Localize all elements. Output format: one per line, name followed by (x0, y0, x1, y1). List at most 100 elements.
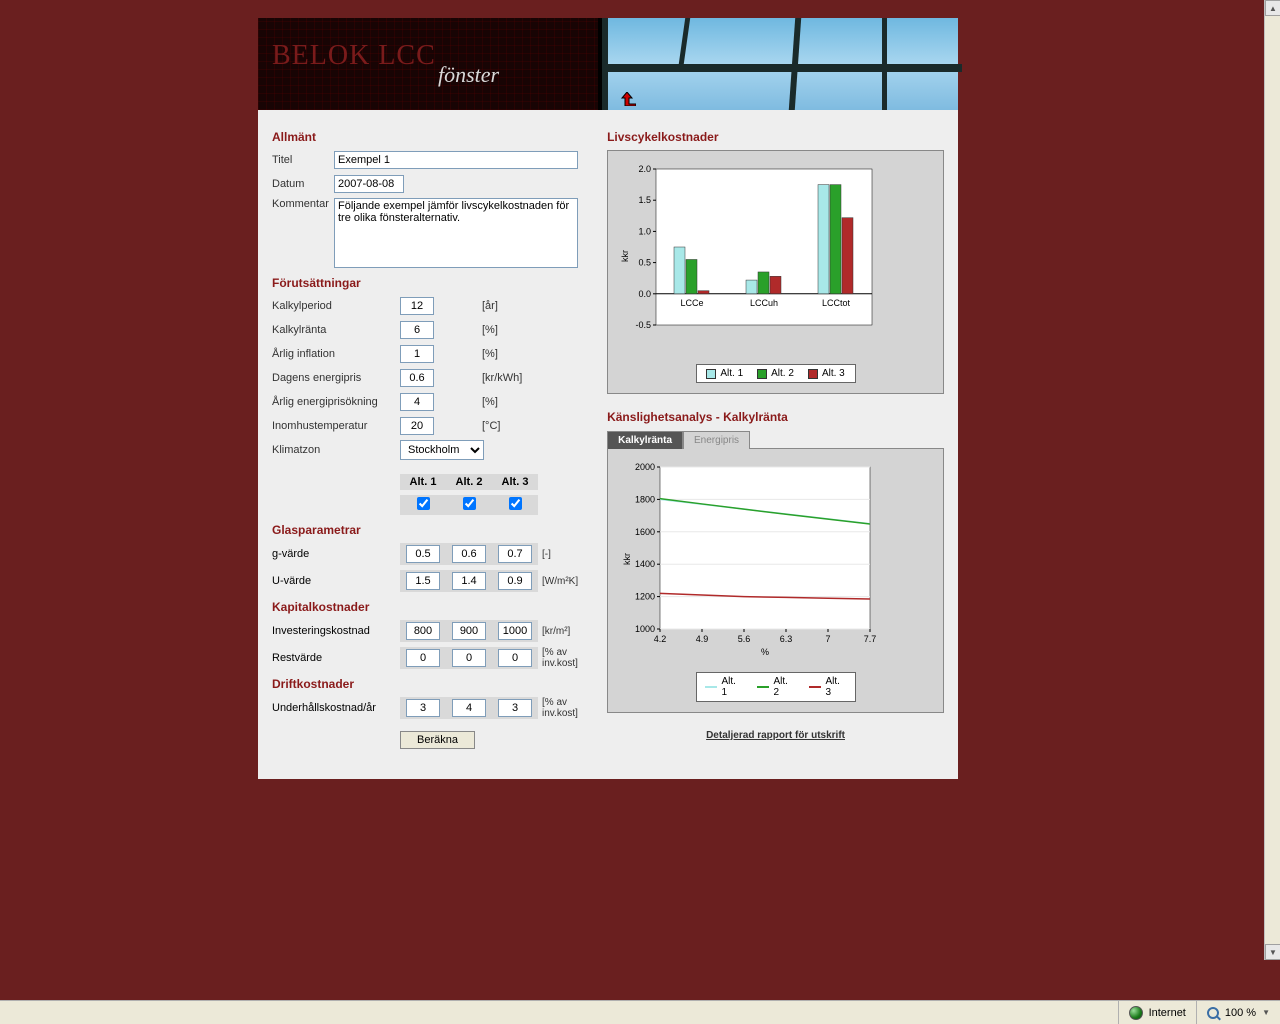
svg-text:1000: 1000 (635, 624, 655, 634)
col-header-alt1: Alt. 1 (400, 474, 446, 490)
input-energiprisokning[interactable] (400, 393, 434, 411)
globe-icon (1129, 1006, 1143, 1020)
vertical-scrollbar[interactable]: ▲ ▼ (1264, 0, 1280, 960)
svg-text:1800: 1800 (635, 494, 655, 504)
legend-alt2: Alt. 2 (771, 368, 794, 379)
input-g-alt2[interactable] (452, 545, 486, 563)
col-header-alt3: Alt. 3 (492, 474, 538, 490)
banner: BELOK LCC fönster (258, 18, 958, 110)
unit-kalkylranta: [%] (482, 324, 498, 336)
unit-maint: [% av inv.kost] (538, 697, 594, 719)
chart-lcc-box: -0.50.00.51.01.52.0kkrLCCeLCCuhLCCtot Al… (607, 150, 944, 394)
input-comment[interactable] (334, 198, 578, 268)
form-column: Allmänt Titel Datum Kommentar Förutsättn… (272, 122, 597, 749)
svg-text:kkr: kkr (620, 250, 630, 262)
select-klimatzon[interactable]: Stockholm (400, 440, 484, 460)
col-header-alt2: Alt. 2 (446, 474, 492, 490)
input-rest-alt2[interactable] (452, 649, 486, 667)
legend-alt3: Alt. 3 (822, 368, 845, 379)
unit-energipris: [kr/kWh] (482, 372, 522, 384)
unit-inflation: [%] (482, 348, 498, 360)
svg-text:6.3: 6.3 (780, 634, 793, 644)
input-u-alt1[interactable] (406, 572, 440, 590)
label-kalkylranta: Kalkylränta (272, 324, 400, 336)
input-maint-alt2[interactable] (452, 699, 486, 717)
label-date: Datum (272, 178, 334, 190)
section-capital: Kapitalkostnader (272, 600, 597, 614)
unit-rest: [% av inv.kost] (538, 647, 594, 669)
svg-text:kkr: kkr (622, 553, 632, 565)
label-inomhustemp: Inomhustemperatur (272, 420, 400, 432)
svg-text:7.7: 7.7 (864, 634, 877, 644)
label-comment: Kommentar (272, 198, 334, 210)
status-security-zone[interactable]: Internet (1118, 1001, 1196, 1024)
input-kalkylperiod[interactable] (400, 297, 434, 315)
report-link-container: Detaljerad rapport för utskrift (607, 729, 944, 741)
section-glass: Glasparametrar (272, 523, 597, 537)
checkbox-alt2[interactable] (463, 497, 476, 510)
label-energipris: Dagens energipris (272, 372, 400, 384)
svg-text:1600: 1600 (635, 527, 655, 537)
svg-text:7: 7 (826, 634, 831, 644)
heading-lcc: Livscykelkostnader (607, 130, 944, 144)
legend-alt1: Alt. 1 (720, 368, 743, 379)
calculate-button[interactable]: Beräkna (400, 731, 475, 749)
chart-sensitivity-box: 1000120014001600180020004.24.95.66.377.7… (607, 448, 944, 713)
input-rest-alt3[interactable] (498, 649, 532, 667)
input-inv-alt3[interactable] (498, 622, 532, 640)
chevron-down-icon: ▼ (1262, 1008, 1270, 1017)
section-assumptions: Förutsättningar (272, 276, 597, 290)
input-g-alt1[interactable] (406, 545, 440, 563)
legend2-alt3: Alt. 3 (825, 676, 846, 698)
label-inflation: Årlig inflation (272, 348, 400, 360)
input-inv-alt2[interactable] (452, 622, 486, 640)
input-rest-alt1[interactable] (406, 649, 440, 667)
svg-text:LCCe: LCCe (681, 298, 704, 308)
tab-kalkylranta[interactable]: Kalkylränta (607, 431, 683, 449)
chart-lcc: -0.50.00.51.01.52.0kkrLCCeLCCuhLCCtot (618, 161, 878, 351)
label-invest: Investeringskostnad (272, 625, 400, 637)
svg-text:1200: 1200 (635, 592, 655, 602)
label-kalkylperiod: Kalkylperiod (272, 300, 400, 312)
input-inflation[interactable] (400, 345, 434, 363)
svg-text:1.0: 1.0 (639, 226, 652, 236)
input-kalkylranta[interactable] (400, 321, 434, 339)
input-inv-alt1[interactable] (406, 622, 440, 640)
banner-subtitle: fönster (438, 62, 499, 88)
label-uvarde: U-värde (272, 575, 400, 587)
zoom-icon (1207, 1007, 1219, 1019)
unit-gvarde: [-] (538, 549, 594, 560)
unit-uvarde: [W/m²K] (538, 576, 594, 587)
input-title[interactable] (334, 151, 578, 169)
unit-kalkylperiod: [år] (482, 300, 498, 312)
input-u-alt2[interactable] (452, 572, 486, 590)
detailed-report-link[interactable]: Detaljerad rapport för utskrift (706, 730, 845, 741)
up-arrow-icon[interactable] (618, 92, 636, 106)
input-energipris[interactable] (400, 369, 434, 387)
status-zoom[interactable]: 100 % ▼ (1196, 1001, 1280, 1024)
svg-text:2.0: 2.0 (639, 164, 652, 174)
status-zone-text: Internet (1149, 1007, 1186, 1019)
scroll-up-button[interactable]: ▲ (1265, 0, 1280, 16)
unit-energiprisokning: [%] (482, 396, 498, 408)
input-u-alt3[interactable] (498, 572, 532, 590)
input-date[interactable] (334, 175, 404, 193)
checkbox-alt1[interactable] (417, 497, 430, 510)
input-maint-alt3[interactable] (498, 699, 532, 717)
label-title: Titel (272, 154, 334, 166)
scroll-down-button[interactable]: ▼ (1265, 944, 1280, 960)
heading-sensitivity: Känslighetsanalys - Kalkylränta (607, 410, 944, 424)
svg-text:4.2: 4.2 (654, 634, 667, 644)
input-maint-alt1[interactable] (406, 699, 440, 717)
legend2-alt2: Alt. 2 (773, 676, 794, 698)
input-g-alt3[interactable] (498, 545, 532, 563)
tab-energipris[interactable]: Energipris (683, 431, 750, 449)
input-inomhustemp[interactable] (400, 417, 434, 435)
checkbox-alt3[interactable] (509, 497, 522, 510)
svg-text:4.9: 4.9 (696, 634, 709, 644)
banner-photo (598, 18, 958, 110)
label-energiprisokning: Årlig energiprisökning (272, 396, 400, 408)
svg-text:1400: 1400 (635, 559, 655, 569)
svg-text:0.5: 0.5 (639, 258, 652, 268)
section-operating: Driftkostnader (272, 677, 597, 691)
